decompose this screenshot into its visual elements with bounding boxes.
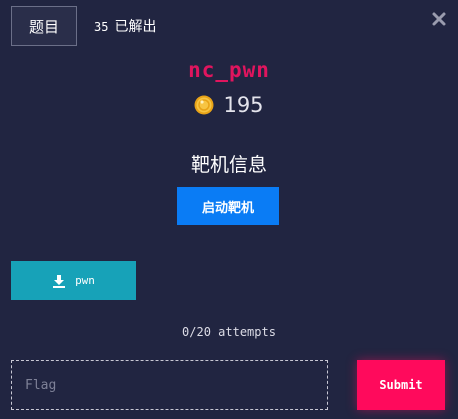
flag-input[interactable] bbox=[11, 360, 328, 410]
download-attachment-button[interactable]: pwn bbox=[11, 261, 136, 300]
challenge-title: nc_pwn bbox=[188, 58, 270, 82]
points-value: 195 bbox=[223, 93, 264, 117]
tab-challenge[interactable]: 题目 bbox=[11, 6, 77, 46]
points-row: 195 bbox=[0, 93, 458, 117]
download-icon bbox=[53, 274, 66, 288]
target-info-heading: 靶机信息 bbox=[190, 154, 267, 176]
attachment-label: pwn bbox=[75, 274, 95, 287]
solved-count: 35 bbox=[94, 20, 109, 34]
solved-text: 已解出 bbox=[114, 19, 157, 35]
solved-count-label: 35 已解出 bbox=[94, 16, 156, 36]
submit-button[interactable]: Submit bbox=[357, 360, 445, 410]
start-target-button[interactable]: 启动靶机 bbox=[177, 187, 279, 225]
close-icon[interactable] bbox=[431, 11, 447, 27]
attempts-counter: 0/20 attempts bbox=[182, 325, 276, 339]
coin-icon bbox=[194, 95, 214, 115]
